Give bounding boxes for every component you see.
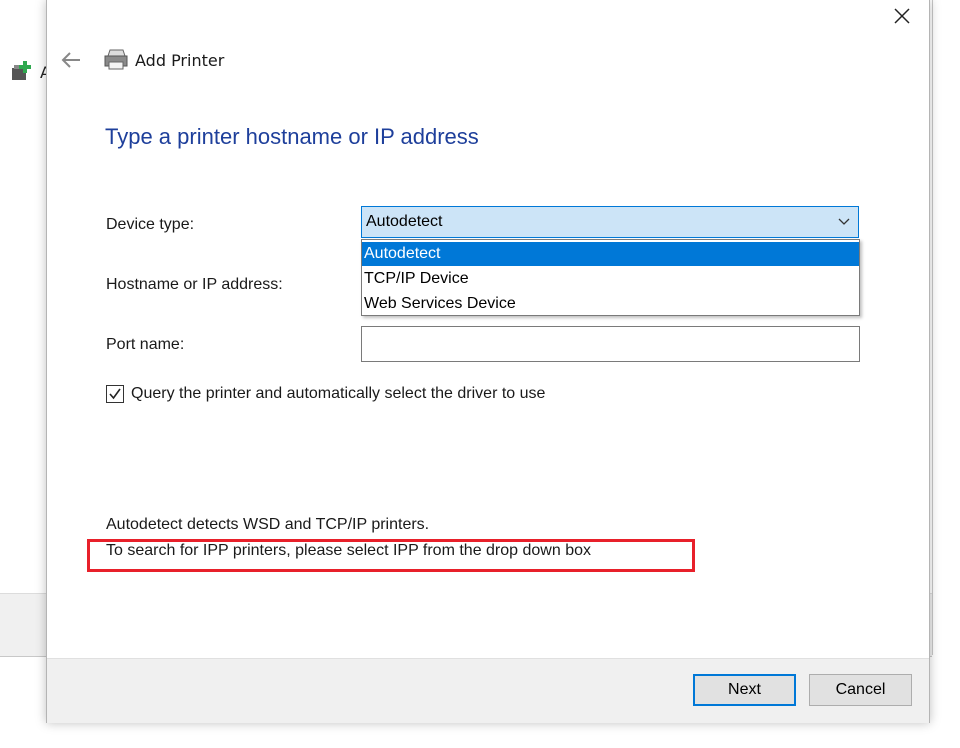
dropdown-option-tcpip-device[interactable]: TCP/IP Device	[362, 267, 859, 291]
printer-icon	[104, 49, 128, 70]
page-heading: Type a printer hostname or IP address	[105, 124, 479, 149]
info-text-autodetect: Autodetect detects WSD and TCP/IP printe…	[106, 516, 430, 533]
port-name-input[interactable]	[361, 326, 860, 362]
chevron-down-icon	[838, 218, 850, 225]
dropdown-option-autodetect[interactable]: Autodetect	[362, 242, 859, 266]
next-button[interactable]: Next	[693, 674, 796, 706]
back-arrow-icon[interactable]	[59, 50, 83, 70]
annotation-highlight-box	[87, 539, 695, 572]
query-printer-checkbox-label[interactable]: Query the printer and automatically sele…	[131, 385, 545, 403]
device-type-select[interactable]: Autodetect	[361, 206, 859, 238]
dropdown-option-web-services-device[interactable]: Web Services Device	[362, 292, 859, 316]
device-type-label: Device type:	[106, 216, 195, 233]
dialog-footer: Next Cancel	[47, 658, 929, 723]
close-icon[interactable]	[890, 4, 914, 28]
window-title: Add Printer	[135, 51, 225, 70]
checkmark-icon	[109, 388, 121, 400]
device-type-selected-value: Autodetect	[366, 213, 443, 230]
add-printer-dialog: Add Printer Type a printer hostname or I…	[46, 0, 930, 723]
port-name-label: Port name:	[106, 336, 185, 353]
hostname-label: Hostname or IP address:	[106, 276, 283, 293]
add-printer-icon	[12, 61, 31, 80]
query-printer-checkbox[interactable]	[106, 385, 124, 403]
device-type-dropdown-list: Autodetect TCP/IP Device Web Services De…	[361, 239, 860, 316]
cancel-button[interactable]: Cancel	[809, 674, 912, 706]
